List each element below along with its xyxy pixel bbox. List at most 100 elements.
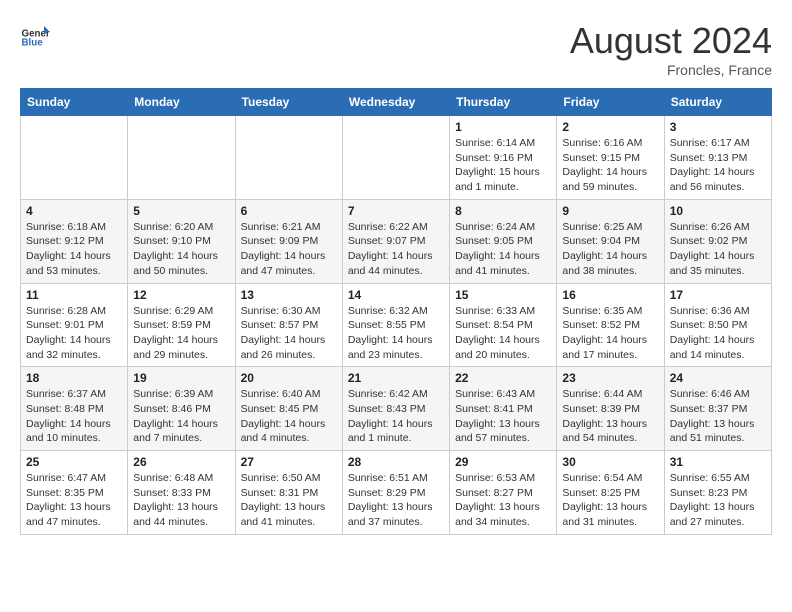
calendar-week-row: 11 Sunrise: 6:28 AM Sunset: 9:01 PM Dayli… [21, 283, 772, 367]
calendar-cell: 29 Sunrise: 6:53 AM Sunset: 8:27 PM Dayli… [450, 451, 557, 535]
calendar-cell: 3 Sunrise: 6:17 AM Sunset: 9:13 PM Daylig… [664, 116, 771, 200]
day-number: 31 [670, 455, 766, 469]
day-info: Sunrise: 6:30 AM Sunset: 8:57 PM Dayligh… [241, 304, 337, 363]
calendar-cell: 31 Sunrise: 6:55 AM Sunset: 8:23 PM Dayli… [664, 451, 771, 535]
day-info: Sunrise: 6:54 AM Sunset: 8:25 PM Dayligh… [562, 471, 658, 530]
day-number: 11 [26, 288, 122, 302]
calendar-cell: 13 Sunrise: 6:30 AM Sunset: 8:57 PM Dayli… [235, 283, 342, 367]
calendar-cell: 9 Sunrise: 6:25 AM Sunset: 9:04 PM Daylig… [557, 199, 664, 283]
day-info: Sunrise: 6:20 AM Sunset: 9:10 PM Dayligh… [133, 220, 229, 279]
day-info: Sunrise: 6:50 AM Sunset: 8:31 PM Dayligh… [241, 471, 337, 530]
day-number: 2 [562, 120, 658, 134]
day-number: 12 [133, 288, 229, 302]
calendar-cell: 11 Sunrise: 6:28 AM Sunset: 9:01 PM Dayli… [21, 283, 128, 367]
day-number: 9 [562, 204, 658, 218]
day-info: Sunrise: 6:48 AM Sunset: 8:33 PM Dayligh… [133, 471, 229, 530]
calendar-cell: 19Sunrise: 6:39 AM Sunset: 8:46 PM Dayli… [128, 367, 235, 451]
calendar-cell: 20Sunrise: 6:40 AM Sunset: 8:45 PM Dayli… [235, 367, 342, 451]
calendar-cell: 15Sunrise: 6:33 AM Sunset: 8:54 PM Dayli… [450, 283, 557, 367]
calendar-header-row: SundayMondayTuesdayWednesdayThursdayFrid… [21, 89, 772, 116]
location: Froncles, France [570, 62, 772, 78]
calendar-cell: 27 Sunrise: 6:50 AM Sunset: 8:31 PM Dayli… [235, 451, 342, 535]
day-info: Sunrise: 6:24 AM Sunset: 9:05 PM Dayligh… [455, 220, 551, 279]
day-info: Sunrise: 6:37 AM Sunset: 8:48 PM Dayligh… [26, 387, 122, 446]
calendar-cell: 4 Sunrise: 6:18 AM Sunset: 9:12 PM Daylig… [21, 199, 128, 283]
day-number: 16 [562, 288, 658, 302]
calendar-cell: 7 Sunrise: 6:22 AM Sunset: 9:07 PM Daylig… [342, 199, 449, 283]
calendar-week-row: 1Sunrise: 6:14 AM Sunset: 9:16 PM Daylig… [21, 116, 772, 200]
svg-text:Blue: Blue [22, 38, 44, 49]
calendar-cell: 25Sunrise: 6:47 AM Sunset: 8:35 PM Dayli… [21, 451, 128, 535]
day-number: 8 [455, 204, 551, 218]
calendar-cell: 23 Sunrise: 6:44 AM Sunset: 8:39 PM Dayli… [557, 367, 664, 451]
calendar-cell: 21Sunrise: 6:42 AM Sunset: 8:43 PM Dayli… [342, 367, 449, 451]
day-number: 27 [241, 455, 337, 469]
day-number: 7 [348, 204, 444, 218]
day-number: 29 [455, 455, 551, 469]
day-number: 14 [348, 288, 444, 302]
day-info: Sunrise: 6:53 AM Sunset: 8:27 PM Dayligh… [455, 471, 551, 530]
day-number: 19 [133, 371, 229, 385]
calendar-week-row: 18 Sunrise: 6:37 AM Sunset: 8:48 PM Dayli… [21, 367, 772, 451]
calendar-week-row: 4 Sunrise: 6:18 AM Sunset: 9:12 PM Daylig… [21, 199, 772, 283]
day-number: 18 [26, 371, 122, 385]
day-number: 13 [241, 288, 337, 302]
calendar-cell: 1Sunrise: 6:14 AM Sunset: 9:16 PM Daylig… [450, 116, 557, 200]
weekday-header-sunday: Sunday [21, 89, 128, 116]
calendar-cell [128, 116, 235, 200]
weekday-header-friday: Friday [557, 89, 664, 116]
day-info: Sunrise: 6:17 AM Sunset: 9:13 PM Dayligh… [670, 136, 766, 195]
day-number: 28 [348, 455, 444, 469]
page-header: General Blue August 2024 Froncles, Franc… [20, 20, 772, 78]
day-number: 22 [455, 371, 551, 385]
day-info: Sunrise: 6:44 AM Sunset: 8:39 PM Dayligh… [562, 387, 658, 446]
calendar-cell [342, 116, 449, 200]
month-year: August 2024 [570, 20, 772, 62]
day-number: 5 [133, 204, 229, 218]
calendar-cell: 17Sunrise: 6:36 AM Sunset: 8:50 PM Dayli… [664, 283, 771, 367]
calendar-cell: 10Sunrise: 6:26 AM Sunset: 9:02 PM Dayli… [664, 199, 771, 283]
calendar-cell: 30 Sunrise: 6:54 AM Sunset: 8:25 PM Dayli… [557, 451, 664, 535]
weekday-header-monday: Monday [128, 89, 235, 116]
calendar-cell [235, 116, 342, 200]
day-info: Sunrise: 6:42 AM Sunset: 8:43 PM Dayligh… [348, 387, 444, 446]
calendar-cell: 2 Sunrise: 6:16 AM Sunset: 9:15 PM Daylig… [557, 116, 664, 200]
day-info: Sunrise: 6:36 AM Sunset: 8:50 PM Dayligh… [670, 304, 766, 363]
day-number: 3 [670, 120, 766, 134]
title-block: August 2024 Froncles, France [570, 20, 772, 78]
day-info: Sunrise: 6:43 AM Sunset: 8:41 PM Dayligh… [455, 387, 551, 446]
calendar-cell: 24 Sunrise: 6:46 AM Sunset: 8:37 PM Dayli… [664, 367, 771, 451]
weekday-header-thursday: Thursday [450, 89, 557, 116]
calendar-cell: 18 Sunrise: 6:37 AM Sunset: 8:48 PM Dayli… [21, 367, 128, 451]
day-info: Sunrise: 6:22 AM Sunset: 9:07 PM Dayligh… [348, 220, 444, 279]
day-info: Sunrise: 6:51 AM Sunset: 8:29 PM Dayligh… [348, 471, 444, 530]
day-number: 4 [26, 204, 122, 218]
logo: General Blue [20, 20, 50, 50]
day-info: Sunrise: 6:25 AM Sunset: 9:04 PM Dayligh… [562, 220, 658, 279]
calendar-cell [21, 116, 128, 200]
day-info: Sunrise: 6:46 AM Sunset: 8:37 PM Dayligh… [670, 387, 766, 446]
day-number: 23 [562, 371, 658, 385]
day-info: Sunrise: 6:16 AM Sunset: 9:15 PM Dayligh… [562, 136, 658, 195]
day-info: Sunrise: 6:32 AM Sunset: 8:55 PM Dayligh… [348, 304, 444, 363]
calendar-cell: 26 Sunrise: 6:48 AM Sunset: 8:33 PM Dayli… [128, 451, 235, 535]
day-number: 15 [455, 288, 551, 302]
calendar-cell: 28 Sunrise: 6:51 AM Sunset: 8:29 PM Dayli… [342, 451, 449, 535]
day-info: Sunrise: 6:55 AM Sunset: 8:23 PM Dayligh… [670, 471, 766, 530]
day-number: 10 [670, 204, 766, 218]
day-number: 30 [562, 455, 658, 469]
day-number: 26 [133, 455, 229, 469]
day-info: Sunrise: 6:28 AM Sunset: 9:01 PM Dayligh… [26, 304, 122, 363]
calendar-table: SundayMondayTuesdayWednesdayThursdayFrid… [20, 88, 772, 535]
calendar-cell: 16 Sunrise: 6:35 AM Sunset: 8:52 PM Dayli… [557, 283, 664, 367]
day-number: 24 [670, 371, 766, 385]
day-info: Sunrise: 6:21 AM Sunset: 9:09 PM Dayligh… [241, 220, 337, 279]
calendar-cell: 12 Sunrise: 6:29 AM Sunset: 8:59 PM Dayli… [128, 283, 235, 367]
day-info: Sunrise: 6:40 AM Sunset: 8:45 PM Dayligh… [241, 387, 337, 446]
day-info: Sunrise: 6:18 AM Sunset: 9:12 PM Dayligh… [26, 220, 122, 279]
day-info: Sunrise: 6:29 AM Sunset: 8:59 PM Dayligh… [133, 304, 229, 363]
calendar-cell: 14 Sunrise: 6:32 AM Sunset: 8:55 PM Dayli… [342, 283, 449, 367]
calendar-cell: 22 Sunrise: 6:43 AM Sunset: 8:41 PM Dayli… [450, 367, 557, 451]
day-info: Sunrise: 6:35 AM Sunset: 8:52 PM Dayligh… [562, 304, 658, 363]
day-info: Sunrise: 6:14 AM Sunset: 9:16 PM Dayligh… [455, 136, 551, 195]
